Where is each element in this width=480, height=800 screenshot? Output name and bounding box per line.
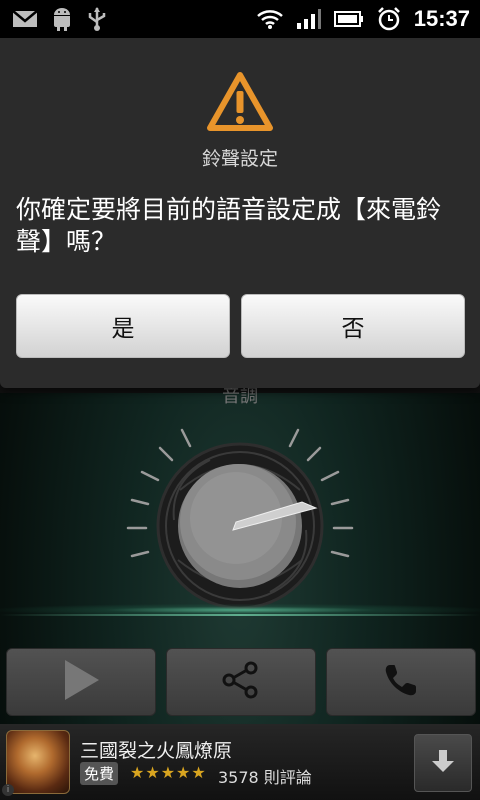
android-debug-icon: [50, 6, 74, 32]
battery-icon: [333, 9, 364, 29]
ad-review-count: 3578 則評論: [218, 768, 312, 787]
ad-rating-stars: ★★★★★: [130, 763, 207, 782]
play-button[interactable]: [6, 648, 156, 716]
dialog-message: 你確定要將目前的語音設定成【來電鈴聲】嗎？: [16, 195, 442, 256]
no-button[interactable]: 否: [241, 294, 465, 358]
warning-icon: [206, 71, 274, 137]
wifi-icon: [256, 8, 284, 30]
ad-app-thumbnail[interactable]: [6, 730, 70, 794]
ad-banner[interactable]: i 三國裂之火鳳燎原 免費 ★★★★★ 3578 則評論: [0, 724, 480, 800]
ringtone-confirm-dialog: 鈴聲設定 你確定要將目前的語音設定成【來電鈴聲】嗎？ 是 否: [0, 38, 480, 388]
status-time: 15:37: [413, 6, 470, 31]
share-button[interactable]: [166, 648, 316, 716]
call-button[interactable]: [326, 648, 476, 716]
dialog-title: 鈴聲設定: [201, 148, 278, 170]
share-icon: [221, 660, 261, 704]
signal-icon: [296, 8, 322, 30]
status-bar: 15:37: [0, 0, 480, 38]
yes-button[interactable]: 是: [16, 294, 230, 358]
ad-title[interactable]: 三國裂之火鳳燎原: [80, 736, 232, 763]
alarm-icon: [376, 6, 402, 32]
gmail-icon: [12, 9, 38, 29]
download-arrow-icon: [429, 747, 457, 779]
usb-icon: [86, 6, 108, 32]
ad-info-icon[interactable]: i: [2, 784, 14, 796]
play-icon: [61, 658, 101, 706]
ad-download-button[interactable]: [414, 734, 472, 792]
phone-icon: [383, 662, 419, 702]
action-bar: [0, 648, 480, 716]
ad-price-badge: 免費: [80, 762, 119, 785]
